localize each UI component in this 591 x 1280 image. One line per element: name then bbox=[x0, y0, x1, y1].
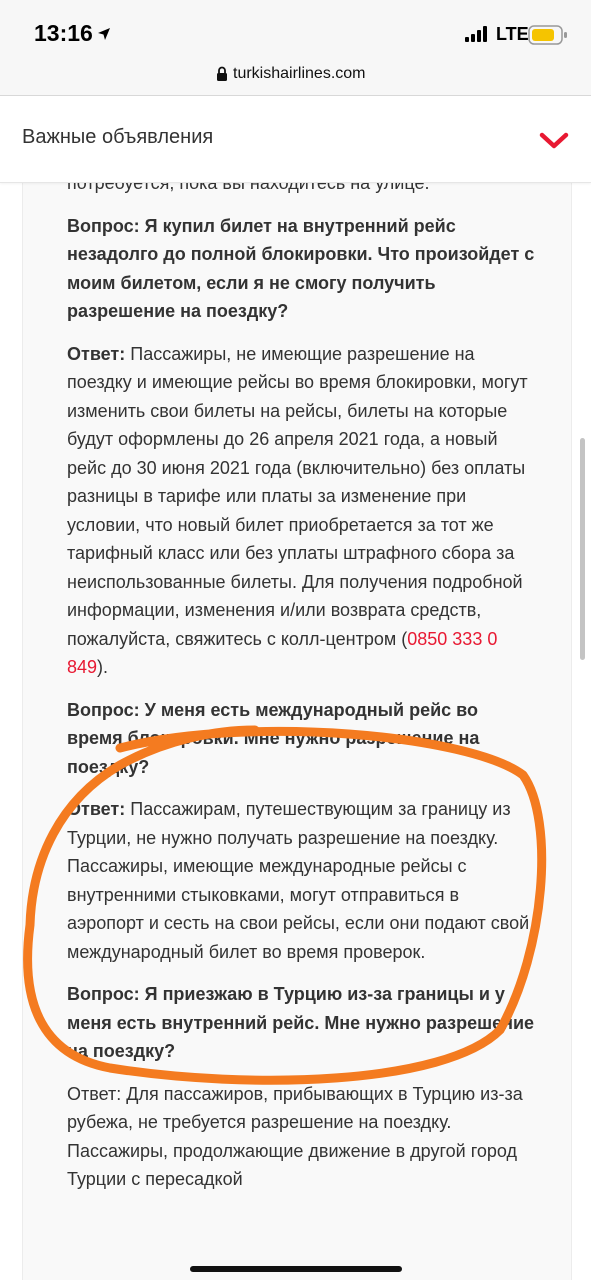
status-time: 13:16 bbox=[34, 20, 93, 46]
page-title: Важные объявления bbox=[22, 126, 214, 148]
chevron-down-icon[interactable] bbox=[539, 131, 569, 151]
signal-icon bbox=[465, 26, 487, 42]
network-type: LTE bbox=[496, 24, 529, 44]
announcement-content-panel: потребуется, пока вы находитесь на улице… bbox=[22, 182, 572, 1280]
scrollbar[interactable] bbox=[580, 438, 585, 660]
answer-2-text: Пассажирам, путешествующим за границу из… bbox=[67, 799, 530, 962]
lock-icon bbox=[217, 66, 227, 81]
answer-label: Ответ: bbox=[67, 799, 126, 819]
answer-2: Ответ: Пассажирам, путешествующим за гра… bbox=[67, 795, 537, 966]
answer-3: Ответ: Для пассажиров, прибывающих в Тур… bbox=[67, 1083, 523, 1190]
status-bar: 13:16 LTE bbox=[0, 0, 591, 58]
location-arrow-icon bbox=[98, 28, 110, 40]
answer-1: Ответ: Пассажиры, не имеющие разрешение … bbox=[67, 340, 537, 682]
question-3: Вопрос: Я приезжаю в Турцию из-за границ… bbox=[67, 984, 535, 1061]
url-text: turkishairlines.com bbox=[233, 65, 366, 82]
answer-1-end: ). bbox=[97, 657, 109, 677]
home-indicator bbox=[190, 1266, 402, 1272]
answer-1-text: Пассажиры, не имеющие разрешение на поез… bbox=[67, 343, 528, 649]
browser-address-bar[interactable]: turkishairlines.com bbox=[0, 58, 591, 96]
announcements-header[interactable]: Важные объявления bbox=[0, 96, 591, 183]
announcement-text: потребуется, пока вы находитесь на улице… bbox=[67, 182, 537, 1208]
question-2: Вопрос: У меня есть международный рейс в… bbox=[67, 699, 480, 777]
battery-icon bbox=[528, 25, 567, 45]
answer-label: Ответ: bbox=[67, 343, 126, 364]
question-1: Вопрос: Я купил билет на внутренний рейс… bbox=[67, 215, 535, 322]
partial-answer-line: потребуется, пока вы находитесь на улице… bbox=[67, 182, 430, 193]
